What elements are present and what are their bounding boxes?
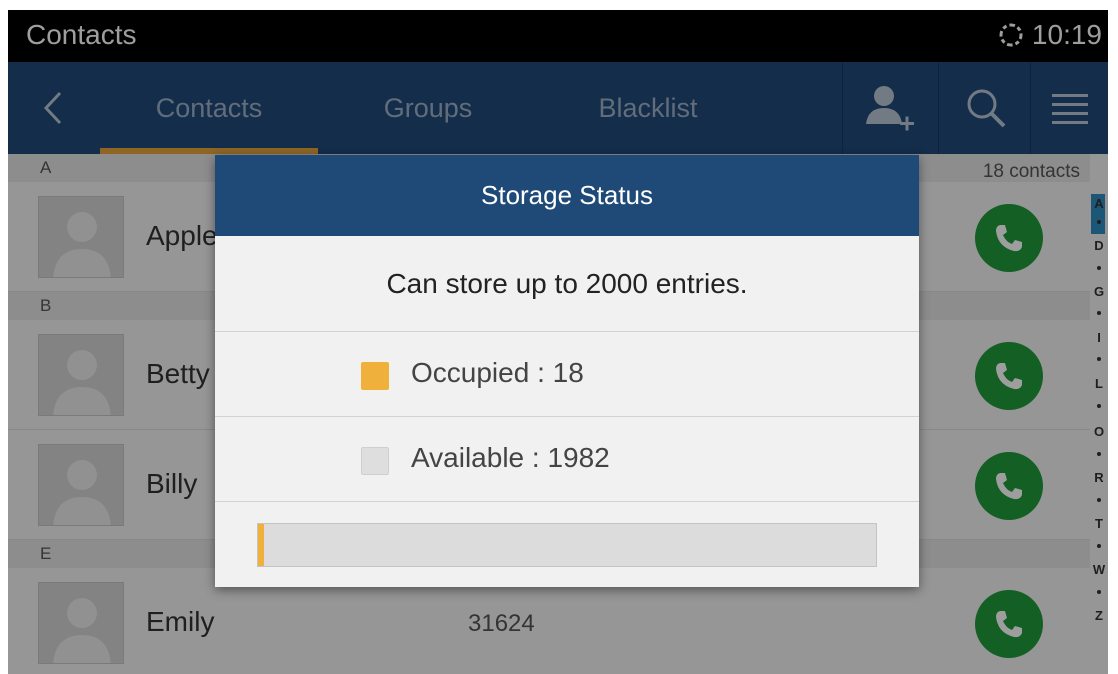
dialog-message: Can store up to 2000 entries. (215, 236, 919, 332)
occupied-value: 18 (552, 357, 584, 388)
occupied-label: Occupied (411, 357, 530, 388)
available-value: 1982 (547, 442, 610, 473)
available-label: Available (411, 442, 525, 473)
occupied-swatch (361, 362, 389, 390)
available-row: Available : 1982 (215, 417, 919, 502)
storage-progress-bar (257, 523, 877, 567)
available-swatch (361, 447, 389, 475)
phone-screen: Contacts 10:19 Contacts Groups Blacklist (8, 10, 1108, 674)
storage-progress-fill (258, 524, 264, 566)
available-text: Available : 1982 (411, 442, 610, 473)
dialog-title: Storage Status (215, 155, 919, 236)
occupied-row: Occupied : 18 (215, 332, 919, 417)
storage-status-dialog: Storage Status Can store up to 2000 entr… (215, 155, 919, 587)
occupied-text: Occupied : 18 (411, 357, 584, 388)
